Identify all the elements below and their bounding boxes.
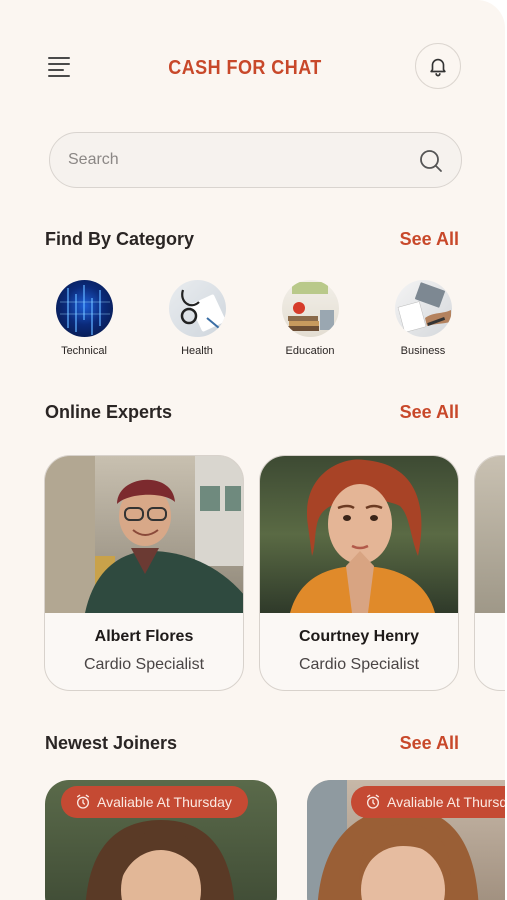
education-image: [281, 280, 339, 337]
category-label: Technical: [61, 345, 107, 357]
search-placeholder: Search: [68, 151, 119, 168]
categories-title: Find By Category: [45, 229, 195, 249]
availability-badge: Avaliable At Thursday: [61, 786, 248, 818]
experts-see-all-link[interactable]: See All: [400, 402, 459, 423]
expert-specialty: Cardio Specialist: [298, 656, 420, 673]
technical-image: [55, 280, 113, 337]
bell-icon: [430, 58, 446, 77]
category-business[interactable]: Business: [378, 280, 468, 357]
categories-see-all-link[interactable]: See All: [400, 229, 459, 250]
category-education[interactable]: Education: [265, 280, 355, 357]
availability-text: Avaliable At Thursday: [97, 794, 232, 810]
expert-specialty: Cardio Specialist: [83, 656, 205, 673]
joiner-card[interactable]: Avaliable At Thursday: [307, 780, 505, 900]
joiners-see-all-link[interactable]: See All: [400, 733, 459, 754]
expert-name: Courtney Henry: [298, 628, 420, 645]
health-image: [168, 280, 226, 337]
experts-title: Online Experts: [45, 402, 173, 422]
joiners-title: Newest Joiners: [45, 733, 178, 753]
category-health[interactable]: Health: [152, 280, 242, 357]
expert-photo: [260, 456, 458, 613]
business-image: [394, 280, 452, 337]
joiner-card[interactable]: Avaliable At Thursday: [45, 780, 277, 900]
app-screen: CASH FOR CHAT Search Find By Category Se…: [0, 0, 505, 900]
category-technical[interactable]: Technical: [39, 280, 129, 357]
expert-card[interactable]: Courtney Henry Cardio Specialist: [259, 455, 459, 691]
search-input[interactable]: Search: [49, 132, 462, 188]
expert-photo: [475, 456, 505, 613]
availability-text: Avaliable At Thursday: [387, 794, 505, 810]
app-title: CASH FOR CHAT: [168, 57, 322, 79]
alarm-clock-icon: [77, 794, 89, 809]
expert-photo: [45, 456, 243, 613]
category-label: Education: [285, 345, 335, 357]
expert-card[interactable]: Albert Flores Cardio Specialist: [44, 455, 244, 691]
expert-name: Albert Flores: [94, 628, 194, 645]
category-label: Health: [181, 345, 213, 357]
expert-card-partial[interactable]: [474, 455, 505, 691]
availability-badge: Avaliable At Thursday: [351, 786, 505, 818]
category-label: Business: [400, 345, 446, 357]
notification-button[interactable]: [415, 43, 461, 89]
alarm-clock-icon: [367, 794, 379, 809]
search-icon[interactable]: [418, 148, 444, 174]
